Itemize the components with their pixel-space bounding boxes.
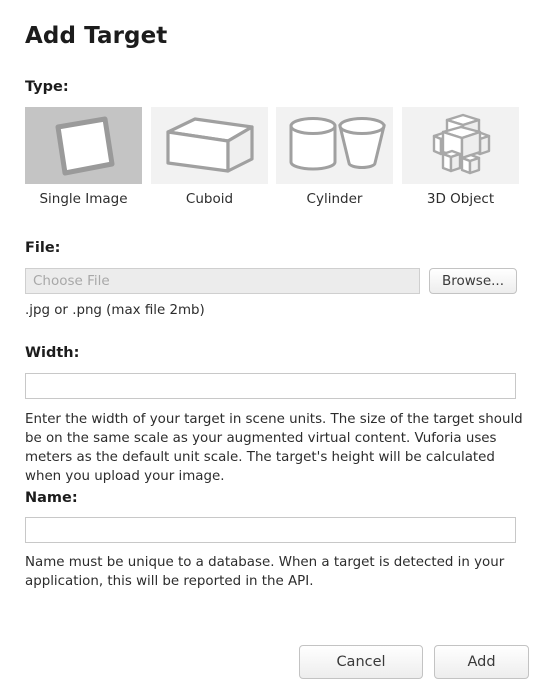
type-option-label-cuboid: Cuboid [185,191,234,207]
type-option-label-3d-object: 3D Object [426,191,495,207]
width-input[interactable] [25,373,516,399]
add-target-dialog: Add Target Type: Single Image Cuboid Cyl… [0,0,551,691]
file-input[interactable] [25,268,420,294]
type-option-single-image[interactable] [25,107,142,184]
browse-button[interactable]: Browse... [429,268,517,294]
single-image-icon [25,107,142,184]
cylinder-icon [276,107,393,184]
target-type-selector: Single Image Cuboid Cylinder 3D Object [25,107,519,207]
type-option-label-cylinder: Cylinder [306,191,363,207]
add-button[interactable]: Add [434,645,529,679]
type-section-label: Type: [25,79,69,95]
name-input[interactable] [25,517,516,543]
name-section-label: Name: [25,490,78,506]
page-title: Add Target [25,23,168,49]
file-section-label: File: [25,240,61,256]
cuboid-icon [151,107,268,184]
name-help-text: Name must be unique to a database. When … [25,555,505,589]
three-d-object-icon [402,107,519,184]
type-option-label-single-image: Single Image [39,191,128,207]
file-help-text: .jpg or .png (max file 2mb) [25,303,205,318]
cancel-button[interactable]: Cancel [299,645,423,679]
width-section-label: Width: [25,345,80,361]
type-option-3d-object[interactable] [402,107,519,184]
type-option-cuboid[interactable] [151,107,268,184]
width-help-text: Enter the width of your target in scene … [25,412,523,484]
type-option-cylinder[interactable] [276,107,393,184]
